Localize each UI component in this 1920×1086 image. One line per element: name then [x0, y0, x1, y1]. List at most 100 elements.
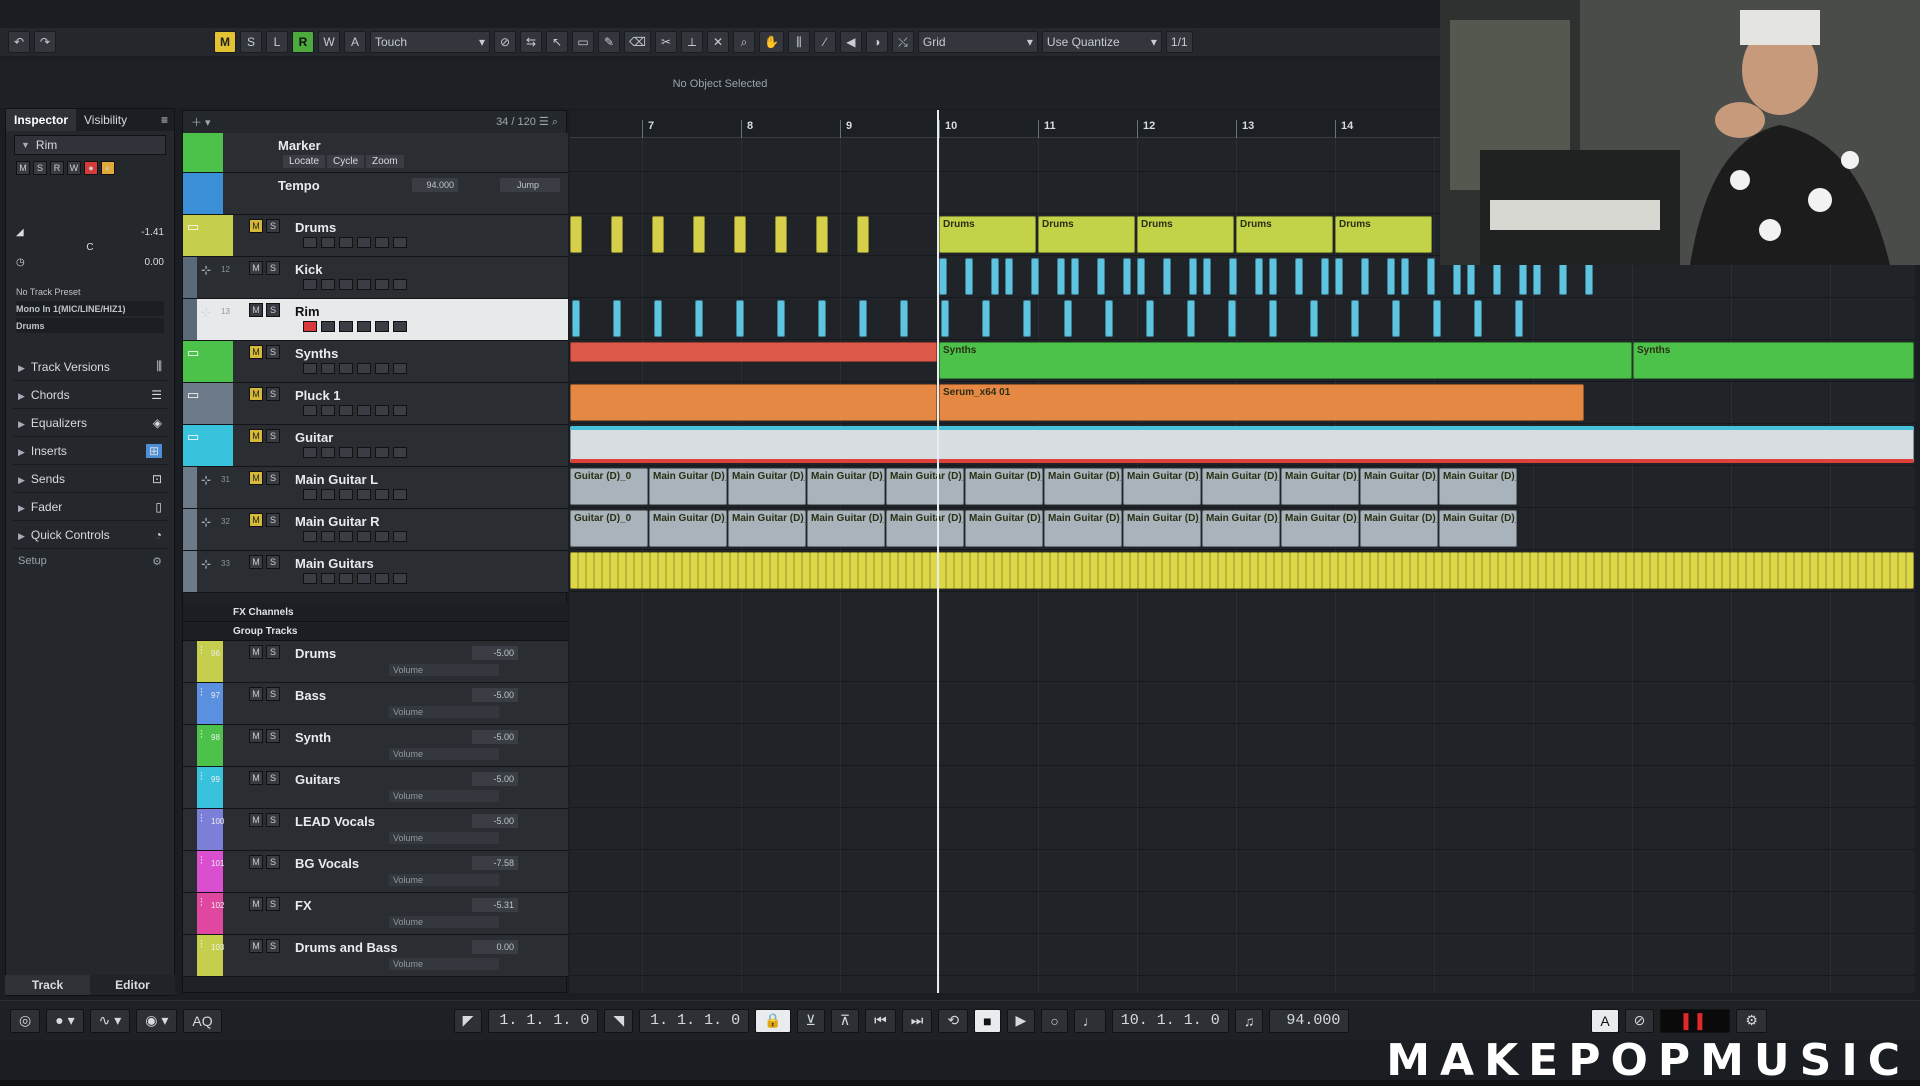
read-icon[interactable] [375, 489, 389, 500]
rim-event[interactable] [695, 300, 703, 337]
write-icon[interactable] [393, 573, 407, 584]
lock-icon[interactable]: 🔒 [755, 1008, 791, 1033]
drum-part-event[interactable] [816, 216, 828, 253]
drums-folder-part[interactable]: Drums [1335, 216, 1432, 253]
audio-warp-icon[interactable]: ∿ ▾ [89, 1008, 131, 1033]
menu-icon[interactable]: ≡ [155, 109, 174, 131]
audio-event[interactable]: Main Guitar (D)_0 [1281, 468, 1359, 505]
solo-button[interactable]: S [266, 345, 280, 359]
folder-icon[interactable]: ▭ [187, 429, 199, 445]
monitor-icon[interactable] [321, 447, 335, 458]
record-enable-icon[interactable] [303, 279, 317, 290]
listen-button[interactable]: L [266, 31, 288, 53]
mute-button[interactable]: M [249, 261, 263, 275]
monitor-icon[interactable] [321, 363, 335, 374]
group-volume-value[interactable]: -7.58 [472, 856, 518, 870]
mute-all-button[interactable]: M [214, 31, 236, 53]
kick-event[interactable] [1163, 258, 1171, 295]
search-icon[interactable]: ⌕ [552, 116, 558, 128]
audio-event[interactable]: Main Guitar (D)_0 [1123, 468, 1201, 505]
edit-icon[interactable] [339, 363, 353, 374]
cycle-icon[interactable]: ⟲ [938, 1008, 969, 1033]
comp-tool-icon[interactable]: ⫼ [787, 31, 810, 53]
mute-button[interactable]: M [249, 429, 263, 443]
track-row[interactable]: ▭ M S Synths [183, 341, 568, 383]
group-track-lane[interactable] [570, 766, 1915, 808]
constrain-icon[interactable]: ◎ [10, 1008, 41, 1033]
section-equalizers[interactable]: ▶ Equalizers ◈ [12, 409, 168, 437]
record-enable-icon[interactable] [303, 321, 317, 332]
tempo-track[interactable]: Tempo 94.000 Jump [183, 173, 568, 215]
track-row[interactable]: ⊹ 31 M S Main Guitar L [183, 467, 568, 509]
kick-event[interactable] [1255, 258, 1263, 295]
solo-button[interactable]: S [266, 303, 280, 317]
monitor-button[interactable]: ◐ [101, 161, 115, 175]
solo-button[interactable]: S [266, 813, 280, 827]
rim-event[interactable] [1269, 300, 1277, 337]
line-tool-icon[interactable]: ∕ [813, 31, 836, 53]
edit-icon[interactable] [339, 489, 353, 500]
solo-button[interactable]: S [266, 471, 280, 485]
color-tool-icon[interactable]: ◑ [865, 31, 888, 53]
audio-event[interactable]: Main Guitar (D)_0 [965, 468, 1043, 505]
tempo-icon[interactable]: ♫ [1234, 1008, 1264, 1033]
left-locator-icon[interactable]: ◤ [453, 1008, 483, 1033]
lane-icon[interactable] [357, 321, 371, 332]
group-track-lane[interactable] [570, 892, 1915, 934]
mute-button[interactable]: M [16, 161, 30, 175]
mute-button[interactable]: M [249, 219, 263, 233]
write-icon[interactable] [393, 363, 407, 374]
track-row[interactable]: ⊹ 12 M S Kick [183, 257, 568, 299]
audio-event[interactable]: Guitar (D)_0 [570, 510, 648, 547]
kick-event[interactable] [1321, 258, 1329, 295]
mute-button[interactable]: M [249, 813, 263, 827]
rim-event[interactable] [941, 300, 949, 337]
edit-icon[interactable] [339, 447, 353, 458]
lane-icon[interactable] [357, 489, 371, 500]
kick-event[interactable] [1189, 258, 1197, 295]
mute-button[interactable]: M [249, 471, 263, 485]
quantize-preset[interactable]: 1/1 [1165, 31, 1193, 53]
audio-event[interactable]: Main Guitar (D)_0 [728, 468, 806, 505]
mute-button[interactable]: M [249, 771, 263, 785]
tab-visibility[interactable]: Visibility [76, 109, 135, 131]
drums-folder-part[interactable]: Drums [1038, 216, 1135, 253]
jump-button[interactable]: Jump [500, 178, 560, 192]
tempo-value[interactable]: 94.000 [412, 178, 458, 192]
track-row[interactable]: ▭ M S Guitar [183, 425, 568, 467]
read-icon[interactable] [375, 363, 389, 374]
hand-tool-icon[interactable]: ✋ [758, 31, 784, 53]
read-icon[interactable] [375, 573, 389, 584]
glue-tool-icon[interactable]: ⟂ [680, 31, 703, 53]
rim-event[interactable] [982, 300, 990, 337]
edit-icon[interactable] [339, 405, 353, 416]
group-track-row[interactable]: ⫶ 103 M S Drums and Bass 0.00 Volume [183, 935, 568, 977]
group-track-lane[interactable] [570, 682, 1915, 724]
range-tool-icon[interactable]: ▭ [572, 31, 594, 53]
section-chords[interactable]: ▶ Chords ☰ [12, 381, 168, 409]
rim-event[interactable] [1515, 300, 1523, 337]
play-button[interactable]: ▶ [1006, 1008, 1036, 1033]
volume-lane-label[interactable]: Volume [389, 832, 499, 844]
lane-icon[interactable] [357, 237, 371, 248]
constrain-delay-icon[interactable]: ⊘ [494, 31, 516, 53]
rim-event[interactable] [1105, 300, 1113, 337]
synths-folder-part[interactable]: Synths [1633, 342, 1914, 379]
section-inserts[interactable]: ▶ Inserts ⊞ [12, 437, 168, 465]
rim-event[interactable] [1474, 300, 1482, 337]
go-to-end-icon[interactable]: ⏭ [901, 1008, 933, 1033]
group-track-row[interactable]: ⫶ 97 M S Bass -5.00 Volume [183, 683, 568, 725]
kick-event[interactable] [1361, 258, 1369, 295]
kick-event[interactable] [1295, 258, 1303, 295]
volume-lane-label[interactable]: Volume [389, 748, 499, 760]
drum-part-event[interactable] [857, 216, 869, 253]
drum-part-event[interactable] [611, 216, 623, 253]
solo-button[interactable]: S [266, 387, 280, 401]
audio-event[interactable]: Main Guitar (D)_0 [1044, 510, 1122, 547]
main-guitar-l-lane[interactable]: Guitar (D)_0 Main Guitar (D)_0 Main Guitar… [570, 466, 1915, 508]
track-preset-field[interactable]: No Track Preset [16, 284, 164, 299]
kick-event[interactable] [1335, 258, 1343, 295]
monitor-icon[interactable] [321, 489, 335, 500]
edit-icon[interactable] [339, 321, 353, 332]
volume-lane-label[interactable]: Volume [389, 664, 499, 676]
